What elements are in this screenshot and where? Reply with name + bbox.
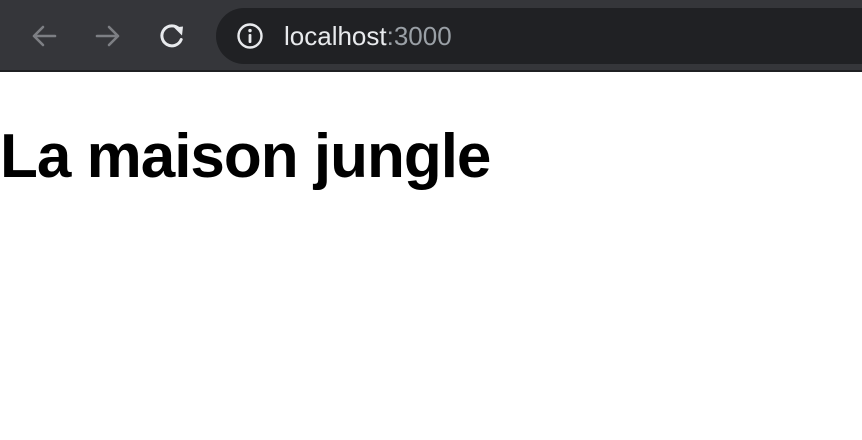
page-content: La maison jungle xyxy=(0,72,862,440)
arrow-left-icon xyxy=(32,25,57,47)
address-bar[interactable]: localhost:3000 xyxy=(216,8,862,64)
back-button[interactable] xyxy=(24,16,64,56)
info-icon-glyph xyxy=(237,23,263,49)
reload-icon xyxy=(160,24,183,48)
reload-button[interactable] xyxy=(152,16,192,56)
arrow-right-icon xyxy=(95,25,120,47)
info-icon[interactable] xyxy=(236,22,264,50)
browser-toolbar: localhost:3000 xyxy=(0,0,862,72)
url-port: :3000 xyxy=(386,21,452,51)
page-title: La maison jungle xyxy=(0,122,491,191)
url-host: localhost xyxy=(284,21,387,51)
url-text[interactable]: localhost:3000 xyxy=(284,22,452,50)
forward-button[interactable] xyxy=(88,16,128,56)
